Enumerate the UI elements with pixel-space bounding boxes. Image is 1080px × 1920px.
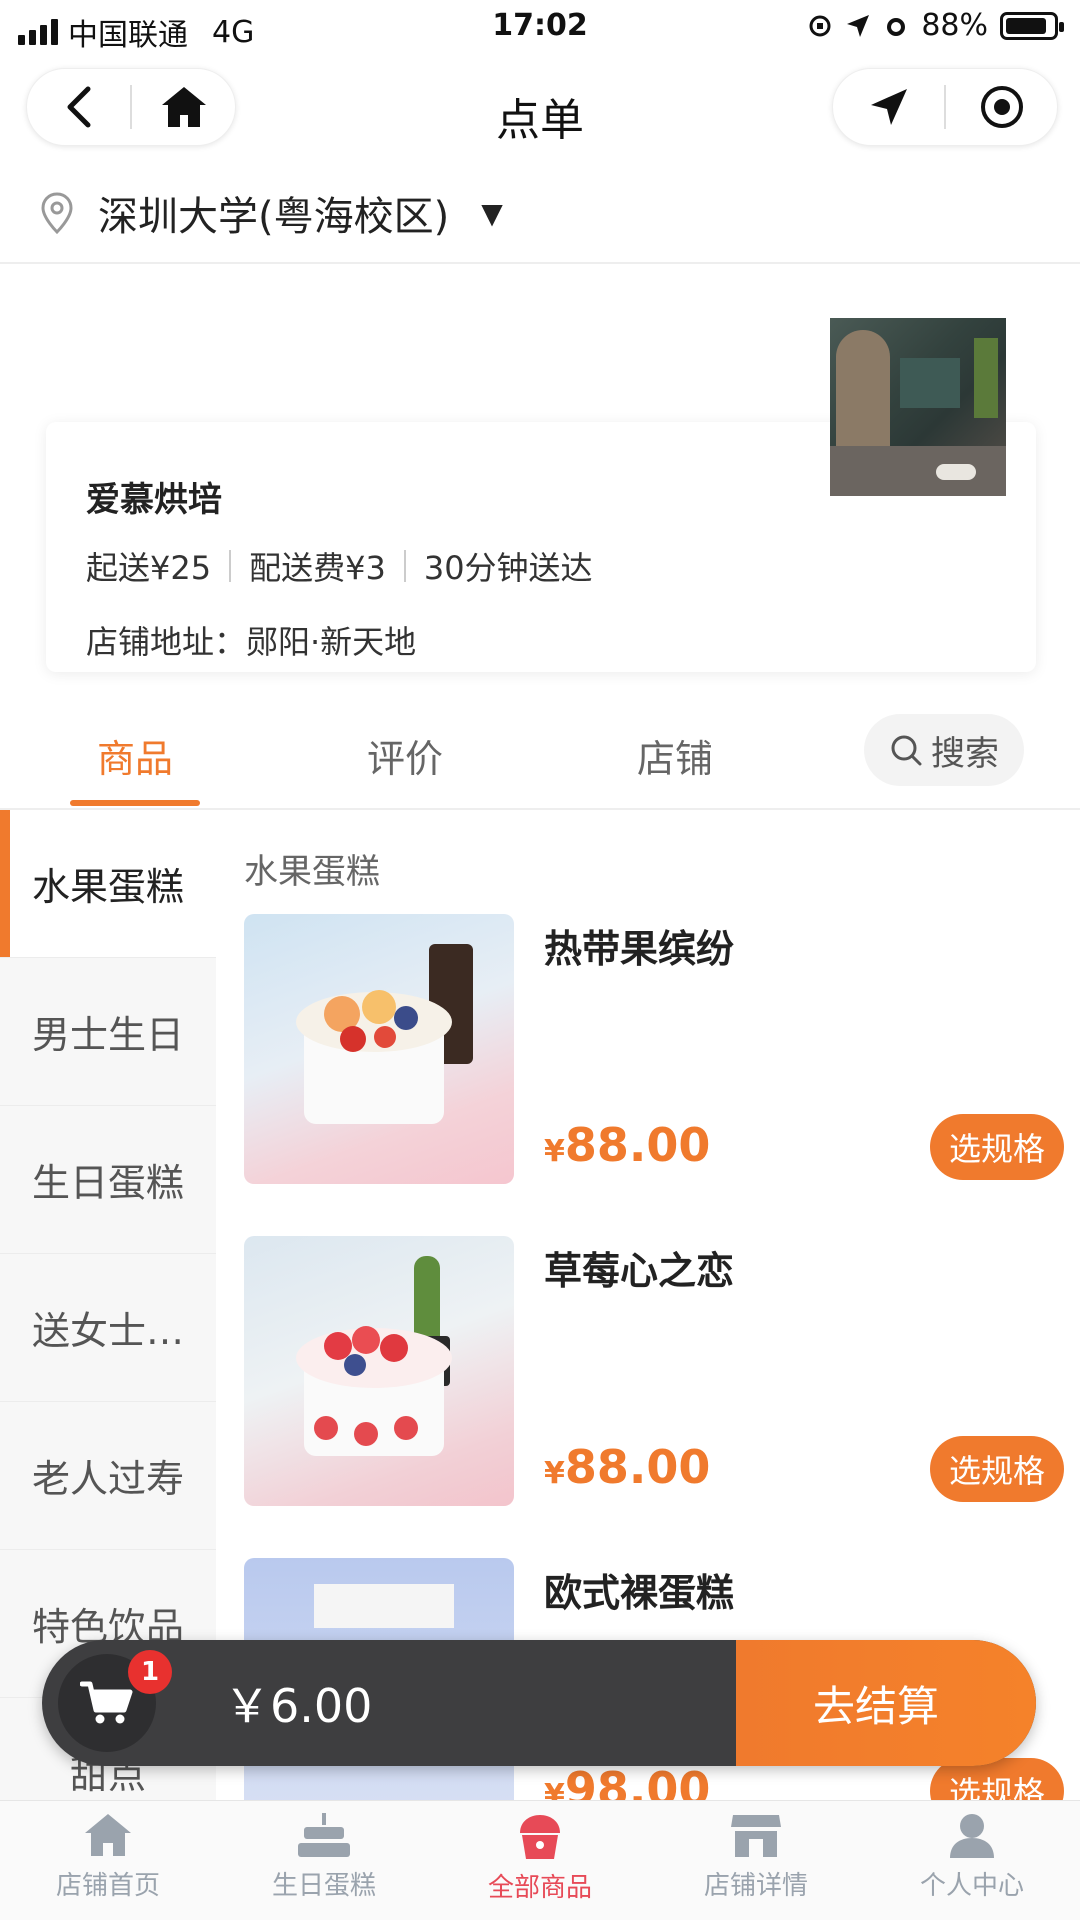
store-address: 店铺地址：郧阳·新天地 xyxy=(86,623,417,661)
cart-total: ￥6.00 xyxy=(224,1679,373,1733)
store-meta: 起送¥25 配送费¥3 30分钟送达 xyxy=(86,543,996,589)
bottom-tab-bar: 店铺首页 生日蛋糕 全部商品 店铺详情 个人中心 xyxy=(0,1800,1080,1920)
active-tab-indicator xyxy=(70,800,200,806)
dropdown-caret-icon: ▼ xyxy=(481,196,503,230)
tab-all-products[interactable]: 全部商品 xyxy=(432,1801,648,1920)
product-name: 欧式裸蛋糕 xyxy=(544,1571,735,1615)
currency-symbol: ¥ xyxy=(544,1134,565,1169)
storefront-icon xyxy=(731,1815,781,1857)
nav-bar: 点单 xyxy=(0,60,1080,160)
sidebar-item-elderly-birthday[interactable]: 老人过寿 xyxy=(0,1402,216,1550)
battery-percent: 88% xyxy=(921,8,988,43)
delivery-fee: 配送费¥3 xyxy=(249,549,386,587)
content-tabs: 商品 评价 店铺 搜索 xyxy=(0,700,1080,810)
location-selector[interactable]: 深圳大学(粤海校区) ▼ xyxy=(40,178,503,248)
meta-divider xyxy=(229,550,232,582)
nav-capsule-right xyxy=(832,68,1058,146)
meta-divider xyxy=(403,550,406,582)
tab-label: 全部商品 xyxy=(487,1873,592,1903)
cart-count-badge: 1 xyxy=(128,1650,172,1694)
tab-label: 店铺详情 xyxy=(703,1871,808,1901)
tab-label: 生日蛋糕 xyxy=(271,1871,376,1901)
tab-personal-center[interactable]: 个人中心 xyxy=(864,1801,1080,1920)
target-button[interactable] xyxy=(946,69,1057,145)
search-button[interactable]: 搜索 xyxy=(864,714,1024,786)
product-price: ¥88.00 xyxy=(544,1440,710,1494)
price-value: 88.00 xyxy=(564,1440,711,1494)
orientation-lock-icon xyxy=(809,15,831,36)
sidebar-item-fruit-cake[interactable]: 水果蛋糕 xyxy=(0,810,216,958)
divider xyxy=(0,262,1080,264)
product-name: 热带果缤纷 xyxy=(544,927,735,971)
battery-icon xyxy=(1000,11,1064,40)
product-image xyxy=(244,1236,514,1506)
status-right: 88% xyxy=(807,8,1064,43)
product-price: ¥98.00 xyxy=(544,1762,710,1800)
location-services-icon xyxy=(847,14,870,37)
currency-symbol: ¥ xyxy=(544,1456,565,1491)
shopping-cart-icon xyxy=(80,1681,133,1724)
search-label: 搜索 xyxy=(931,733,999,774)
product-name: 草莓心之恋 xyxy=(544,1249,735,1293)
location-arrow-icon xyxy=(870,89,907,125)
tab-store-home[interactable]: 店铺首页 xyxy=(0,1801,216,1920)
delivery-time: 30分钟送达 xyxy=(423,549,593,587)
tab-reviews[interactable]: 评价 xyxy=(305,728,505,783)
search-icon xyxy=(891,735,922,766)
home-icon xyxy=(85,1814,131,1856)
tab-label: 个人中心 xyxy=(919,1871,1024,1901)
status-bar: 中国联通 4G 17:02 88% xyxy=(0,0,1080,56)
category-title: 水果蛋糕 xyxy=(244,852,380,892)
price-value: 98.00 xyxy=(564,1762,711,1800)
store-photo xyxy=(830,318,1006,496)
price-value: 88.00 xyxy=(564,1118,711,1172)
product-image xyxy=(244,914,514,1184)
location-arrow-button[interactable] xyxy=(833,69,944,145)
min-order: 起送¥25 xyxy=(86,549,212,587)
product-price: ¥88.00 xyxy=(544,1118,710,1172)
sidebar-item-mens-birthday[interactable]: 男士生日 xyxy=(0,958,216,1106)
alarm-icon xyxy=(887,17,906,36)
sidebar-item-for-women[interactable]: 送女士… xyxy=(0,1254,216,1402)
tab-products[interactable]: 商品 xyxy=(35,728,235,783)
map-pin-icon xyxy=(41,192,73,234)
user-icon xyxy=(950,1814,994,1858)
birthday-cake-icon xyxy=(298,1813,350,1857)
cupcake-icon xyxy=(520,1815,560,1859)
target-icon xyxy=(980,86,1023,128)
product-card[interactable]: 热带果缤纷 ¥88.00 选规格 xyxy=(244,914,1064,1186)
checkout-button[interactable]: 去结算 xyxy=(736,1640,1036,1766)
currency-symbol: ¥ xyxy=(544,1778,565,1800)
cart-bar: ￥6.00 去结算 xyxy=(42,1640,1036,1766)
select-spec-button[interactable]: 选规格 xyxy=(930,1436,1064,1502)
tab-store-details[interactable]: 店铺详情 xyxy=(648,1801,864,1920)
tab-birthday-cake[interactable]: 生日蛋糕 xyxy=(216,1801,432,1920)
sidebar-item-birthday-cake[interactable]: 生日蛋糕 xyxy=(0,1106,216,1254)
product-card[interactable]: 草莓心之恋 ¥88.00 选规格 xyxy=(244,1236,1064,1508)
tab-label: 店铺首页 xyxy=(55,1871,160,1901)
tab-store[interactable]: 店铺 xyxy=(575,728,775,783)
location-name: 深圳大学(粤海校区) xyxy=(98,194,450,240)
select-spec-button[interactable]: 选规格 xyxy=(930,1114,1064,1180)
